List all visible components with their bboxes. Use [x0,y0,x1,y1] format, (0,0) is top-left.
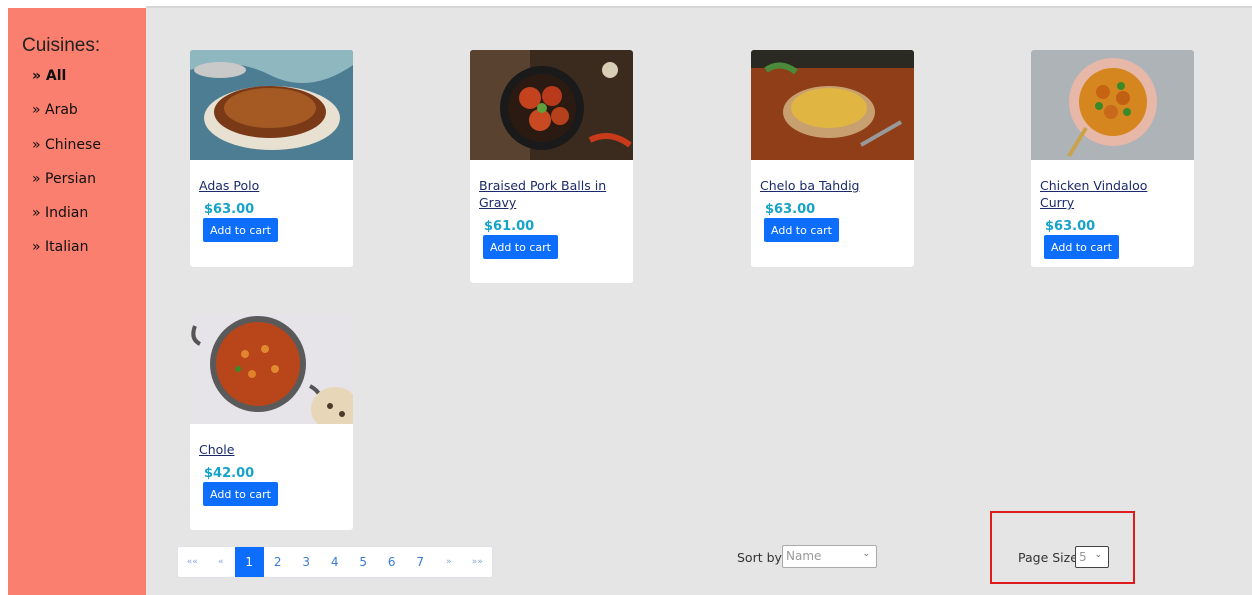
page-button-5[interactable]: 5 [349,547,378,577]
food-image-chelo-ba-tahdig[interactable] [751,50,914,160]
sort-select[interactable]: Name ⌄ [782,545,877,568]
food-image-braised-pork-balls[interactable] [470,50,633,160]
product-card: Adas Polo $63.00 Add to cart [190,50,353,267]
product-title-link[interactable]: Braised Pork Balls in Gravy [479,177,624,211]
food-image-chicken-vindaloo-curry[interactable] [1031,50,1194,160]
product-title-link[interactable]: Chole [199,441,344,458]
product-card: Chicken Vindaloo Curry $63.00 Add to car… [1031,50,1194,267]
page-button-3[interactable]: 3 [292,547,321,577]
page-button-6[interactable]: 6 [378,547,407,577]
product-price: $63.00 [765,202,816,217]
chevron-down-icon: ⌄ [862,549,870,559]
sidebar-title: Cuisines: [22,35,101,56]
add-to-cart-button[interactable]: Add to cart [764,218,839,242]
add-to-cart-button[interactable]: Add to cart [1044,235,1119,259]
cuisine-sidebar: Cuisines: » All » Arab » Chinese » Persi… [8,8,146,595]
product-card: Chelo ba Tahdig $63.00 Add to cart [751,50,914,267]
next-page-button[interactable]: » [435,547,464,577]
page-button-2[interactable]: 2 [264,547,293,577]
page-size-selected-value: 5 [1079,550,1087,564]
product-card: Chole $42.00 Add to cart [190,314,353,530]
cuisine-item-arab[interactable]: » Arab [32,102,78,118]
add-to-cart-button[interactable]: Add to cart [203,218,278,242]
page-button-7[interactable]: 7 [406,547,435,577]
product-price: $63.00 [204,202,255,217]
cuisine-item-all[interactable]: » All [32,68,66,84]
product-title-link[interactable]: Chelo ba Tahdig [760,177,905,194]
page-button-1[interactable]: 1 [235,547,264,577]
highlight-box [990,511,1135,584]
product-title-link[interactable]: Adas Polo [199,177,344,194]
chevron-down-icon: ⌄ [1094,550,1102,560]
add-to-cart-button[interactable]: Add to cart [483,235,558,259]
product-price: $61.00 [484,219,535,234]
cuisine-item-chinese[interactable]: » Chinese [32,137,101,153]
sort-label: Sort by [737,550,782,565]
prev-page-button[interactable]: « [207,547,236,577]
page-button-4[interactable]: 4 [321,547,350,577]
sort-selected-value: Name [786,549,822,563]
food-image-adas-polo[interactable] [190,50,353,160]
first-page-button[interactable]: «« [178,547,207,577]
page-size-label: Page Size [1018,550,1078,565]
cuisine-item-persian[interactable]: » Persian [32,171,96,187]
product-price: $63.00 [1045,219,1096,234]
pagination: «« « 1 2 3 4 5 6 7 » »» [177,546,493,578]
product-price: $42.00 [204,466,255,481]
food-image-chole[interactable] [190,314,353,424]
last-page-button[interactable]: »» [463,547,492,577]
cuisine-item-indian[interactable]: » Indian [32,205,88,221]
product-title-link[interactable]: Chicken Vindaloo Curry [1040,177,1185,211]
add-to-cart-button[interactable]: Add to cart [203,482,278,506]
product-card: Braised Pork Balls in Gravy $61.00 Add t… [470,50,633,283]
page-size-select[interactable]: 5 ⌄ [1075,546,1109,568]
cuisine-item-italian[interactable]: » Italian [32,239,88,255]
